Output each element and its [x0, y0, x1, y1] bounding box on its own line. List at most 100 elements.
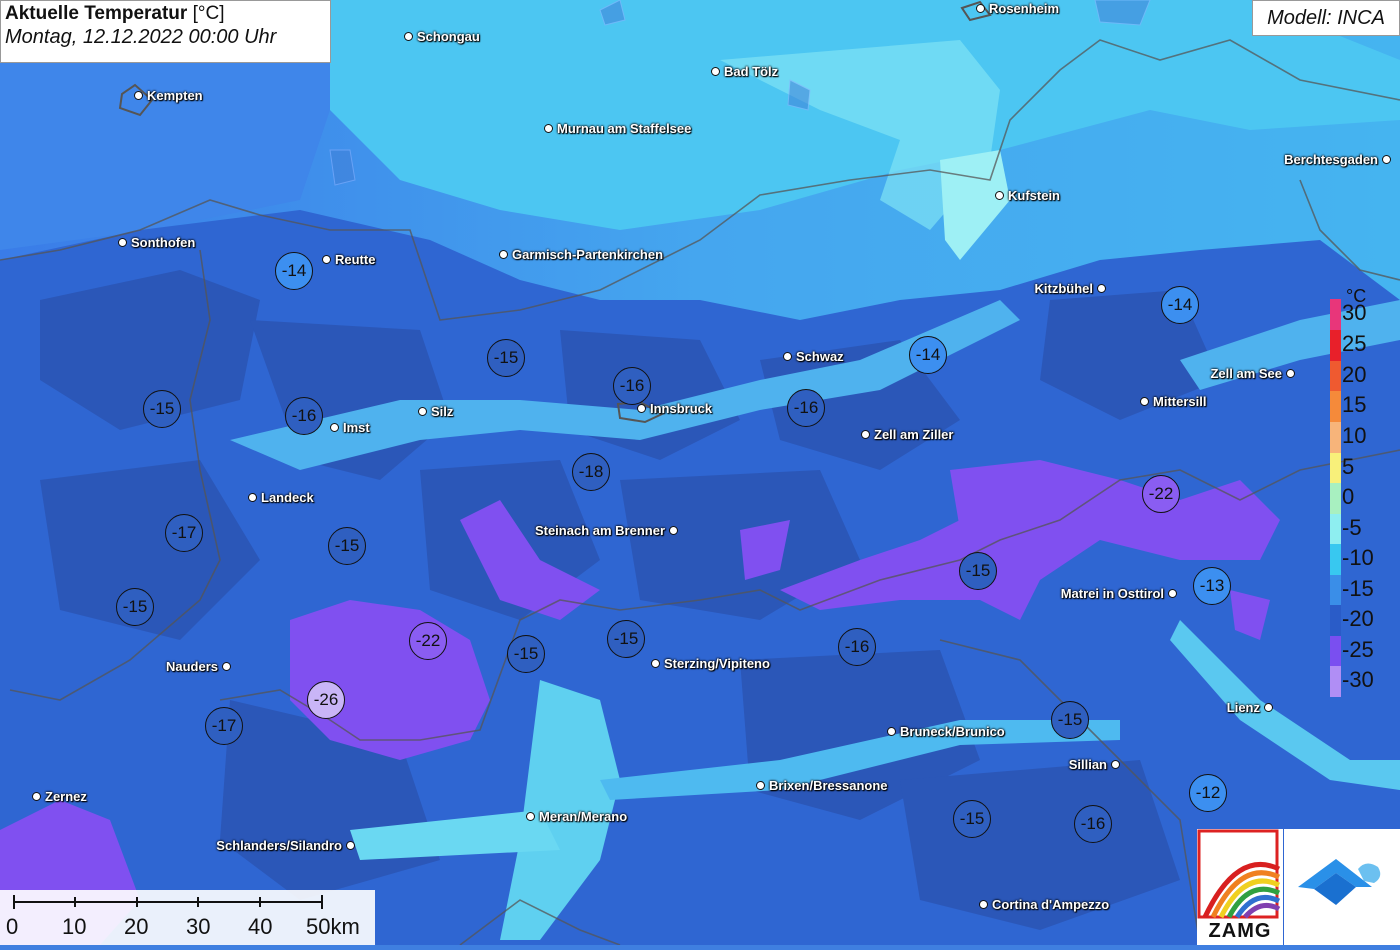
- legend-swatch: [1330, 299, 1341, 330]
- zamg-rainbow-icon: [1197, 829, 1281, 919]
- city-marker-icon: [404, 32, 413, 41]
- city-marker-icon: [32, 792, 41, 801]
- city-label: Zell am Ziller: [861, 427, 953, 442]
- city-label: Kempten: [134, 88, 203, 103]
- station-temperature: -15: [487, 339, 525, 377]
- legend-label: -10: [1342, 545, 1374, 570]
- city-marker-icon: [976, 4, 985, 13]
- scale-label: 40: [248, 914, 273, 939]
- scale-label: 0: [6, 914, 19, 939]
- legend-label: -15: [1342, 576, 1374, 601]
- city-name: Garmisch-Partenkirchen: [512, 247, 664, 262]
- city-label: Innsbruck: [637, 401, 712, 416]
- city-label: Bruneck/Brunico: [887, 724, 1005, 739]
- city-marker-icon: [1286, 369, 1295, 378]
- legend-label: 0: [1342, 484, 1355, 509]
- city-name: Silz: [431, 404, 454, 419]
- city-label: Sillian: [1069, 757, 1120, 772]
- geosphere-logo: [1284, 829, 1400, 945]
- city-name: Landeck: [261, 490, 314, 505]
- station-temperature: -17: [205, 707, 243, 745]
- city-label: Kitzbühel: [1034, 281, 1106, 296]
- station-temperature: -18: [572, 453, 610, 491]
- station-temperature: -26: [307, 681, 345, 719]
- station-temperature: -15: [607, 620, 645, 658]
- city-name: Sillian: [1068, 757, 1107, 772]
- city-name: Steinach am Brenner: [534, 523, 665, 538]
- legend-label: -5: [1342, 515, 1362, 540]
- model-label: Modell: INCA: [1252, 0, 1400, 36]
- station-temperature: -15: [953, 800, 991, 838]
- scale-label: 10: [62, 914, 87, 939]
- temperature-map: [0, 0, 1400, 945]
- city-label: Meran/Merano: [526, 809, 627, 824]
- zamg-logo: ZAMG: [1197, 829, 1283, 945]
- station-temperature: -14: [909, 336, 947, 374]
- city-label: Nauders: [166, 659, 231, 674]
- scale-label: 50km: [306, 914, 360, 939]
- legend-label: 25: [1342, 331, 1367, 356]
- city-marker-icon: [134, 91, 143, 100]
- legend-label: -30: [1342, 667, 1374, 692]
- legend-swatch: [1330, 544, 1341, 575]
- map-title: Aktuelle Temperatur [°C]: [5, 3, 225, 24]
- legend-swatch: [1330, 605, 1341, 636]
- city-name: Brixen/Bressanone: [769, 778, 888, 793]
- city-label: Bad Tölz: [711, 64, 778, 79]
- legend-label: -25: [1342, 637, 1374, 662]
- city-marker-icon: [1140, 397, 1149, 406]
- city-label: Reutte: [322, 252, 375, 267]
- legend-swatch: [1330, 422, 1341, 453]
- station-temperature: -16: [613, 367, 651, 405]
- city-name: Nauders: [165, 659, 218, 674]
- legend-swatch: [1330, 330, 1341, 361]
- city-marker-icon: [1264, 703, 1273, 712]
- city-marker-icon: [526, 812, 535, 821]
- legend-label: 5: [1342, 454, 1355, 479]
- city-label: Lienz: [1227, 700, 1273, 715]
- city-name: Zell am Ziller: [874, 427, 954, 442]
- city-label: Matrei in Osttirol: [1061, 586, 1177, 601]
- legend-swatch: [1330, 666, 1341, 697]
- station-temperature: -13: [1193, 567, 1231, 605]
- city-label: Imst: [330, 420, 370, 435]
- city-name: Murnau am Staffelsee: [557, 121, 692, 136]
- city-marker-icon: [346, 841, 355, 850]
- legend-swatch: [1330, 575, 1341, 606]
- station-temperature: -12: [1189, 774, 1227, 812]
- scale-label: 30: [186, 914, 211, 939]
- legend-swatch: [1330, 453, 1341, 484]
- station-temperature: -17: [165, 514, 203, 552]
- city-marker-icon: [1111, 760, 1120, 769]
- temperature-legend: °C 30 25 20 15 10 5 0 -5 -10 -15 -20 -25 -30: [1328, 282, 1386, 712]
- city-label: Murnau am Staffelsee: [544, 121, 691, 136]
- city-marker-icon: [995, 191, 1004, 200]
- city-marker-icon: [1168, 589, 1177, 598]
- city-marker-icon: [669, 526, 678, 535]
- city-name: Imst: [343, 420, 370, 435]
- city-label: Kufstein: [995, 188, 1060, 203]
- city-marker-icon: [1382, 155, 1391, 164]
- station-temperature: -14: [275, 252, 313, 290]
- city-name: Rosenheim: [989, 1, 1060, 16]
- zamg-logo-text: ZAMG: [1208, 920, 1272, 942]
- title-box: Aktuelle Temperatur [°C] Montag, 12.12.2…: [0, 0, 331, 63]
- city-marker-icon: [783, 352, 792, 361]
- city-label: Silz: [418, 404, 453, 419]
- city-label: Zernez: [32, 789, 87, 804]
- city-name: Schongau: [417, 29, 480, 44]
- city-marker-icon: [222, 662, 231, 671]
- station-temperature: -14: [1161, 286, 1199, 324]
- station-temperature: -16: [285, 397, 323, 435]
- city-label: Schongau: [404, 29, 480, 44]
- legend-swatch: [1330, 391, 1341, 422]
- legend-label: 30: [1342, 300, 1367, 325]
- city-marker-icon: [887, 727, 896, 736]
- city-label: Brixen/Bressanone: [756, 778, 888, 793]
- city-name: Schwaz: [796, 349, 844, 364]
- legend-label: -20: [1342, 606, 1374, 631]
- city-label: Sonthofen: [118, 235, 195, 250]
- city-label: Cortina d'Ampezzo: [979, 897, 1109, 912]
- city-label: Rosenheim: [976, 1, 1059, 16]
- city-name: Kitzbühel: [1034, 281, 1094, 296]
